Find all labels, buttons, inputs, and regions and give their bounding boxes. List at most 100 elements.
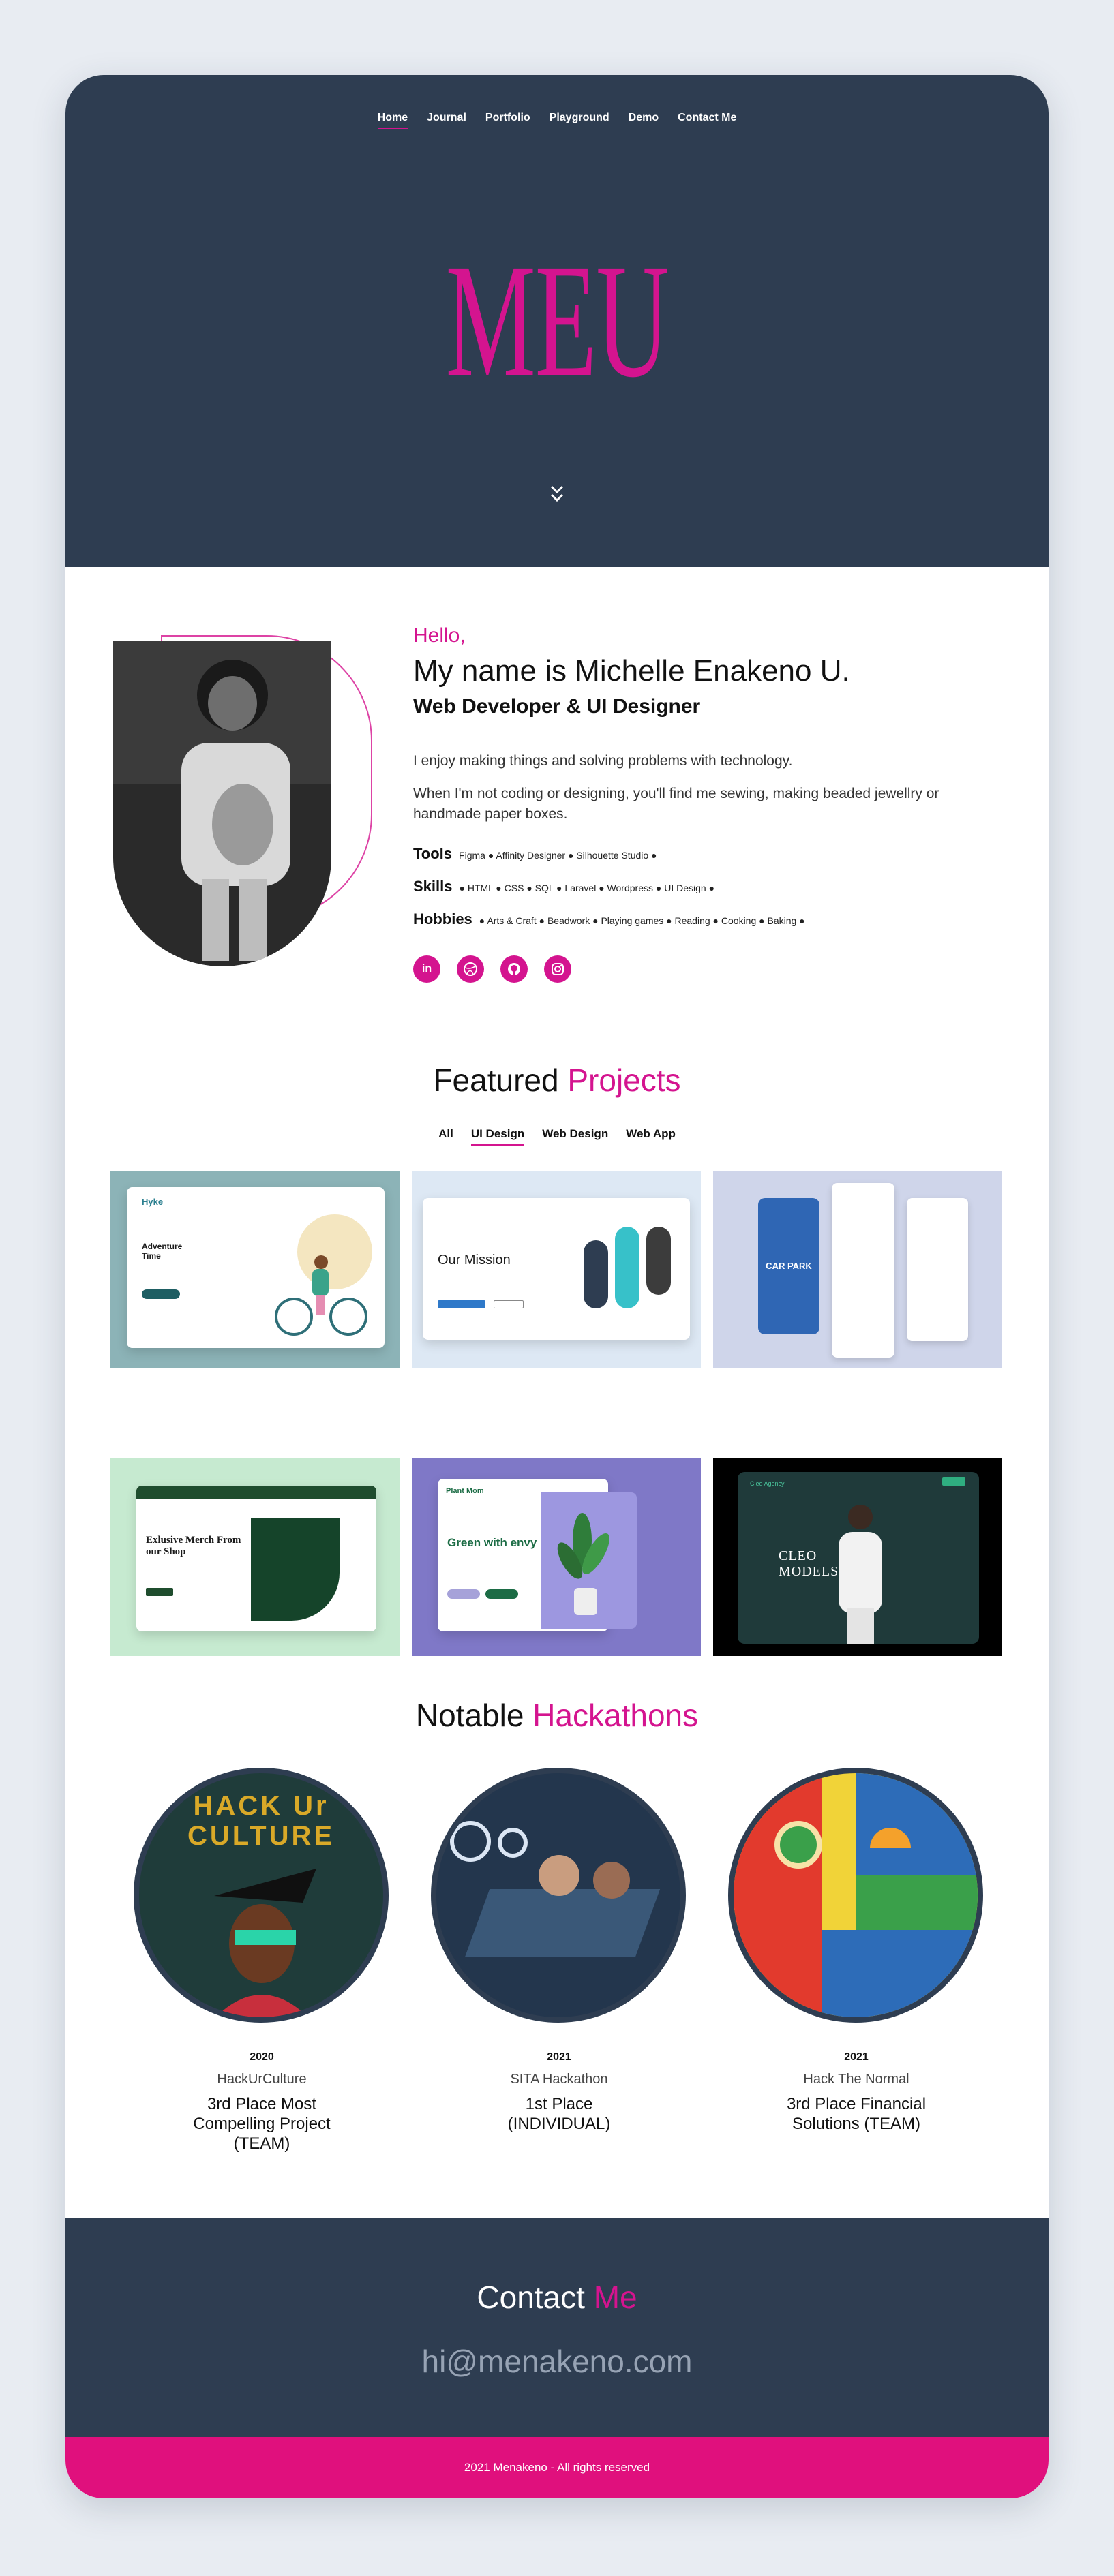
- project-card-hyke[interactable]: Hyke Adventure Time: [110, 1171, 400, 1368]
- project-headline: Exlusive Merch From our Shop: [146, 1535, 241, 1557]
- skills-list: ● HTML ● CSS ● SQL ● Laravel ● Wordpress…: [459, 883, 715, 893]
- app-list-screen: [832, 1183, 894, 1358]
- nav-contact[interactable]: Contact Me: [678, 112, 736, 129]
- hobbies-row: Hobbies ● Arts & Craft ● Beadwork ● Play…: [413, 910, 805, 928]
- app-map-screen: [907, 1198, 968, 1341]
- hackathon-award: 3rd Place Most Compelling Project (TEAM): [193, 2095, 331, 2153]
- about-section: Hello, My name is Michelle Enakeno U. We…: [65, 567, 1049, 1037]
- hackathon-item-1: 2020 HackUrCulture 3rd Place Most Compel…: [132, 2051, 391, 2153]
- contact-section: Contact Me hi@menakeno.com: [65, 2218, 1049, 2437]
- decor-ring: [450, 1821, 491, 1862]
- color-block-red: [734, 1773, 822, 2017]
- project-card-mission[interactable]: Our Mission: [412, 1171, 701, 1368]
- hackathons-heading-main: Notable: [415, 1698, 524, 1733]
- project-headline: Our Mission: [438, 1253, 511, 1268]
- instagram-icon[interactable]: [544, 955, 571, 983]
- job-title: Web Developer & UI Designer: [413, 695, 701, 718]
- bio-line-2: When I'm not coding or designing, you'll…: [413, 786, 939, 822]
- skills-row: Skills ● HTML ● CSS ● SQL ● Laravel ● Wo…: [413, 878, 714, 895]
- dribbble-icon[interactable]: [457, 955, 484, 983]
- cta-pill: [142, 1289, 180, 1299]
- logo: MEU: [445, 230, 669, 411]
- project-card-car-park[interactable]: CAR PARK: [713, 1171, 1002, 1368]
- plant-illustration: [557, 1513, 609, 1615]
- project-headline: Green with envy: [447, 1536, 537, 1549]
- cta-button: [438, 1300, 485, 1308]
- hackathon-year: 2021: [844, 2051, 869, 2063]
- project-card-cleo[interactable]: Cleo Agency CLEO MODELS: [713, 1458, 1002, 1656]
- hero: Home Journal Portfolio Playground Demo C…: [65, 75, 1049, 567]
- tools-list: Figma ● Affinity Designer ● Silhouette S…: [459, 850, 657, 861]
- model-photo: [251, 1518, 340, 1621]
- github-icon[interactable]: [500, 955, 528, 983]
- team-photo: [615, 1227, 639, 1308]
- nav-playground[interactable]: Playground: [550, 112, 609, 129]
- project-caption: Cleo Agency: [750, 1480, 785, 1487]
- hackathon-image-hack-the-normal: [728, 1768, 983, 2023]
- tab-web-app[interactable]: Web App: [626, 1127, 676, 1146]
- nav-demo[interactable]: Demo: [629, 112, 659, 129]
- hackathon-art-text: HACK Ur CULTURE: [187, 1791, 335, 1851]
- hackathons-heading-accent: Hackathons: [532, 1698, 699, 1733]
- team-photo: [646, 1227, 671, 1295]
- hackathon-event: SITA Hackathon: [510, 2072, 608, 2087]
- cta-button: [146, 1588, 173, 1596]
- project-caption: Plant Mom: [446, 1487, 484, 1495]
- hackathons-heading: Notable Hackathons: [65, 1697, 1049, 1734]
- project-card-merch[interactable]: Exlusive Merch From our Shop: [110, 1458, 400, 1656]
- project-filter-tabs: All UI Design Web Design Web App: [65, 1127, 1049, 1146]
- tab-ui-design[interactable]: UI Design: [470, 1127, 525, 1146]
- nav-journal[interactable]: Journal: [427, 112, 466, 129]
- hackathon-event: Hack The Normal: [803, 2072, 909, 2087]
- child-figure-image: [181, 660, 290, 961]
- projects-heading: Featured Projects: [65, 1062, 1049, 1099]
- hackathon-event: HackUrCulture: [217, 2072, 307, 2087]
- contact-heading: Contact Me: [65, 2279, 1049, 2316]
- contact-email-link[interactable]: hi@menakeno.com: [65, 2343, 1049, 2380]
- profile-photo: [113, 641, 331, 966]
- cyclist-illustration: [275, 1255, 367, 1336]
- contact-heading-accent: Me: [593, 2280, 637, 2315]
- color-block-blue-bottom: [822, 1930, 978, 2017]
- nav-portfolio[interactable]: Portfolio: [485, 112, 530, 129]
- hackathon-item-3: 2021 Hack The Normal 3rd Place Financial…: [727, 2051, 986, 2134]
- project-caption: Hyke: [142, 1197, 164, 1207]
- people-desk: [464, 1889, 661, 1957]
- main-nav: Home Journal Portfolio Playground Demo C…: [65, 112, 1049, 129]
- hobbies-label: Hobbies: [413, 910, 472, 927]
- model-figure: [839, 1505, 882, 1644]
- app-splash-screen: CAR PARK: [758, 1198, 819, 1334]
- color-block-blue: [856, 1773, 978, 1875]
- hackathon-award: 1st Place (INDIVIDUAL): [507, 2095, 611, 2133]
- hackathon-year: 2020: [250, 2051, 274, 2063]
- nav-home[interactable]: Home: [377, 112, 408, 129]
- tools-row: Tools Figma ● Affinity Designer ● Silhou…: [413, 845, 657, 863]
- project-preview: Hyke Adventure Time: [127, 1187, 385, 1348]
- scroll-down-icon[interactable]: [547, 484, 567, 504]
- team-photo: [584, 1240, 608, 1308]
- bio-line-1: I enjoy making things and solving proble…: [413, 753, 793, 769]
- projects-heading-main: Featured: [433, 1062, 559, 1098]
- tools-label: Tools: [413, 845, 453, 862]
- hackathon-year: 2021: [547, 2051, 571, 2063]
- tab-web-design[interactable]: Web Design: [542, 1127, 608, 1146]
- tab-all[interactable]: All: [438, 1127, 453, 1146]
- cta-pill: [485, 1589, 518, 1599]
- page-frame: Home Journal Portfolio Playground Demo C…: [65, 75, 1049, 2498]
- hackathon-award: 3rd Place Financial Solutions (TEAM): [786, 2095, 927, 2133]
- secondary-button: [494, 1300, 524, 1308]
- person-head: [539, 1855, 579, 1896]
- person-head: [593, 1862, 630, 1899]
- hackathon-image-hackurculture: HACK Ur CULTURE: [134, 1768, 389, 2023]
- project-card-plant-mom[interactable]: Plant Mom Green with envy: [412, 1458, 701, 1656]
- cta-button: [942, 1477, 965, 1486]
- footer: 2021 Menakeno - All rights reserved: [65, 2437, 1049, 2498]
- decor-ring: [498, 1828, 528, 1858]
- recycle-icon: [774, 1821, 822, 1869]
- linkedin-icon[interactable]: in: [413, 955, 440, 983]
- preview-navbar: [136, 1486, 376, 1499]
- hobbies-list: ● Arts & Craft ● Beadwork ● Playing game…: [479, 915, 805, 926]
- project-preview: Exlusive Merch From our Shop: [136, 1486, 376, 1631]
- project-headline: Adventure Time: [142, 1242, 183, 1261]
- greeting: Hello,: [413, 624, 466, 647]
